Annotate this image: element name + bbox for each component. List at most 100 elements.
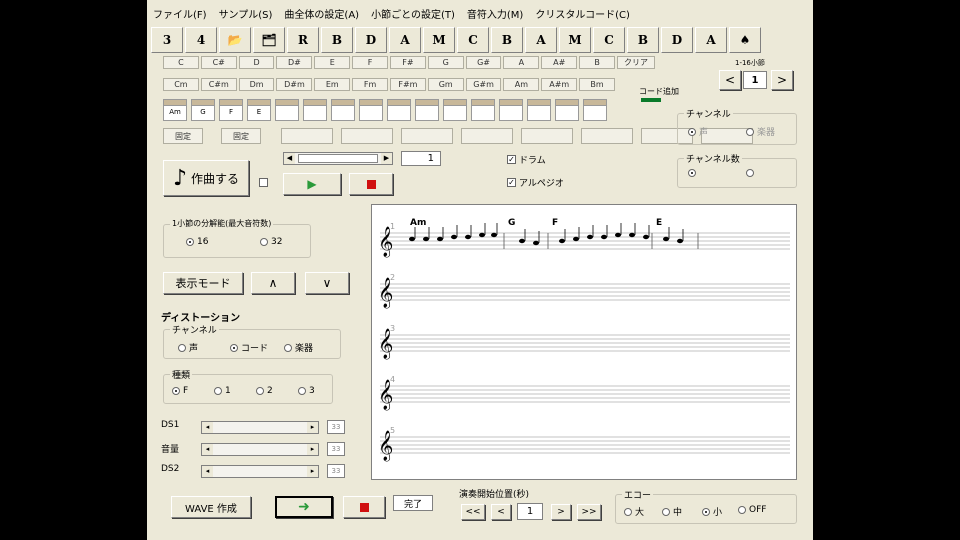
- stop-button[interactable]: [343, 496, 385, 518]
- chord-slot[interactable]: [303, 99, 327, 121]
- guitar-d-tool-button[interactable]: D: [661, 27, 693, 53]
- save-folder-tool-button[interactable]: 🗂: [253, 27, 285, 53]
- chord-button[interactable]: E: [314, 56, 351, 69]
- type-1-radio[interactable]: 1: [214, 386, 231, 396]
- scroll-right-icon[interactable]: ▶: [381, 153, 392, 164]
- guitar-c-tool-button[interactable]: C: [593, 27, 625, 53]
- chord-slot[interactable]: [471, 99, 495, 121]
- keys-a-tool-button[interactable]: A: [525, 27, 557, 53]
- piano-r-tool-button[interactable]: R: [287, 27, 319, 53]
- chord-button[interactable]: D: [238, 56, 275, 69]
- slider-right-icon[interactable]: ▸: [307, 466, 318, 477]
- chord-slot[interactable]: F: [219, 99, 243, 121]
- distortion-slider[interactable]: ◂ ▸: [201, 421, 319, 434]
- chord-button[interactable]: B: [579, 56, 615, 69]
- slider-right-icon[interactable]: ▸: [307, 422, 318, 433]
- chord-slot[interactable]: [443, 99, 467, 121]
- menu-crystal-code[interactable]: クリスタルコード(C): [529, 6, 636, 21]
- bar3-tool-button[interactable]: 3: [151, 27, 183, 53]
- nav-last-button[interactable]: >>: [577, 504, 601, 520]
- chord-slot[interactable]: [555, 99, 579, 121]
- chord-button[interactable]: Cm: [163, 78, 199, 91]
- chord-button[interactable]: A: [503, 56, 540, 69]
- type-2-radio[interactable]: 2: [256, 386, 273, 396]
- fix-button[interactable]: [521, 128, 573, 144]
- wave-create-button[interactable]: WAVE 作成: [171, 496, 251, 518]
- fix-button[interactable]: [281, 128, 333, 144]
- chord-slot[interactable]: [527, 99, 551, 121]
- bar4-tool-button[interactable]: 4: [185, 27, 217, 53]
- chord-slot[interactable]: Am: [163, 99, 187, 121]
- chord-button[interactable]: A#m: [541, 78, 578, 91]
- metronome-tool-button[interactable]: ♠: [729, 27, 761, 53]
- chord-slot[interactable]: [359, 99, 383, 121]
- distortion-slider[interactable]: ◂ ▸: [201, 443, 319, 456]
- position-field[interactable]: 1: [517, 503, 543, 520]
- keys-m-tool-button[interactable]: M: [423, 27, 455, 53]
- fix-button[interactable]: [341, 128, 393, 144]
- chord-button[interactable]: A#: [541, 56, 578, 69]
- chord-button[interactable]: Am: [503, 78, 540, 91]
- piano-a-tool-button[interactable]: A: [389, 27, 421, 53]
- chord-slot[interactable]: [499, 99, 523, 121]
- distortion-voice-radio[interactable]: 声: [178, 341, 198, 354]
- fix-button[interactable]: 固定: [163, 128, 203, 144]
- channel-instrument-radio[interactable]: 楽器: [746, 125, 775, 138]
- slider-left-icon[interactable]: ◂: [202, 422, 213, 433]
- echo-off-radio[interactable]: OFF: [738, 505, 766, 515]
- clear-button[interactable]: クリア: [617, 56, 655, 69]
- down-button[interactable]: ∨: [305, 272, 349, 294]
- type-3-radio[interactable]: 3: [298, 386, 315, 396]
- scroll-left-icon[interactable]: ◀: [284, 153, 295, 164]
- keys-b-tool-button[interactable]: B: [491, 27, 523, 53]
- distortion-instrument-radio[interactable]: 楽器: [284, 341, 313, 354]
- channel-voice-radio[interactable]: 声: [688, 125, 708, 138]
- open-folder-tool-button[interactable]: 📂: [219, 27, 251, 53]
- measure-number-field[interactable]: 1: [743, 71, 767, 89]
- chord-slot[interactable]: [415, 99, 439, 121]
- guitar-a-tool-button[interactable]: A: [695, 27, 727, 53]
- chord-button[interactable]: F#m: [389, 78, 426, 91]
- menu-file[interactable]: ファイル(F): [147, 6, 213, 21]
- menu-note-input[interactable]: 音符入力(M): [461, 6, 529, 21]
- play-compose-button[interactable]: ▶: [283, 173, 341, 195]
- piano-b-tool-button[interactable]: B: [321, 27, 353, 53]
- guitar-b-tool-button[interactable]: B: [627, 27, 659, 53]
- measure-prev-button[interactable]: <: [719, 70, 741, 90]
- nav-next-button[interactable]: >: [551, 504, 571, 520]
- chord-button[interactable]: C#m: [200, 78, 237, 91]
- play-button[interactable]: ➜: [275, 496, 333, 518]
- chord-button[interactable]: Fm: [352, 78, 388, 91]
- chord-slot[interactable]: [275, 99, 299, 121]
- compose-checkbox[interactable]: [259, 178, 268, 187]
- drum-checkbox[interactable]: ✓ ドラム: [507, 153, 546, 166]
- chord-button[interactable]: G: [427, 56, 464, 69]
- channel-count-radio-2[interactable]: [746, 169, 757, 177]
- menu-sample[interactable]: サンプル(S): [213, 6, 279, 21]
- fix-button[interactable]: [461, 128, 513, 144]
- chord-button[interactable]: G#m: [465, 78, 502, 91]
- compose-button[interactable]: ♪ 作曲する: [163, 160, 249, 196]
- chord-button[interactable]: F: [352, 56, 388, 69]
- fix-button[interactable]: [401, 128, 453, 144]
- echo-medium-radio[interactable]: 中: [662, 505, 682, 518]
- stop-compose-button[interactable]: [349, 173, 393, 195]
- division-32-radio[interactable]: 32: [260, 237, 282, 247]
- chord-slot[interactable]: G: [191, 99, 215, 121]
- distortion-chord-radio[interactable]: コード: [230, 341, 268, 354]
- nav-first-button[interactable]: <<: [461, 504, 485, 520]
- slider-left-icon[interactable]: ◂: [202, 466, 213, 477]
- measure-scrollbar[interactable]: ◀ ▶: [283, 152, 393, 165]
- type-f-radio[interactable]: F: [172, 386, 188, 396]
- fix-button[interactable]: 固定: [221, 128, 261, 144]
- distortion-slider[interactable]: ◂ ▸: [201, 465, 319, 478]
- up-button[interactable]: ∧: [251, 272, 295, 294]
- chord-button[interactable]: Em: [314, 78, 351, 91]
- slider-right-icon[interactable]: ▸: [307, 444, 318, 455]
- chord-button[interactable]: D#: [276, 56, 313, 69]
- echo-large-radio[interactable]: 大: [624, 505, 644, 518]
- measure-next-button[interactable]: >: [771, 70, 793, 90]
- chord-button[interactable]: Dm: [238, 78, 275, 91]
- echo-small-radio[interactable]: 小: [702, 505, 722, 518]
- keys-c-tool-button[interactable]: C: [457, 27, 489, 53]
